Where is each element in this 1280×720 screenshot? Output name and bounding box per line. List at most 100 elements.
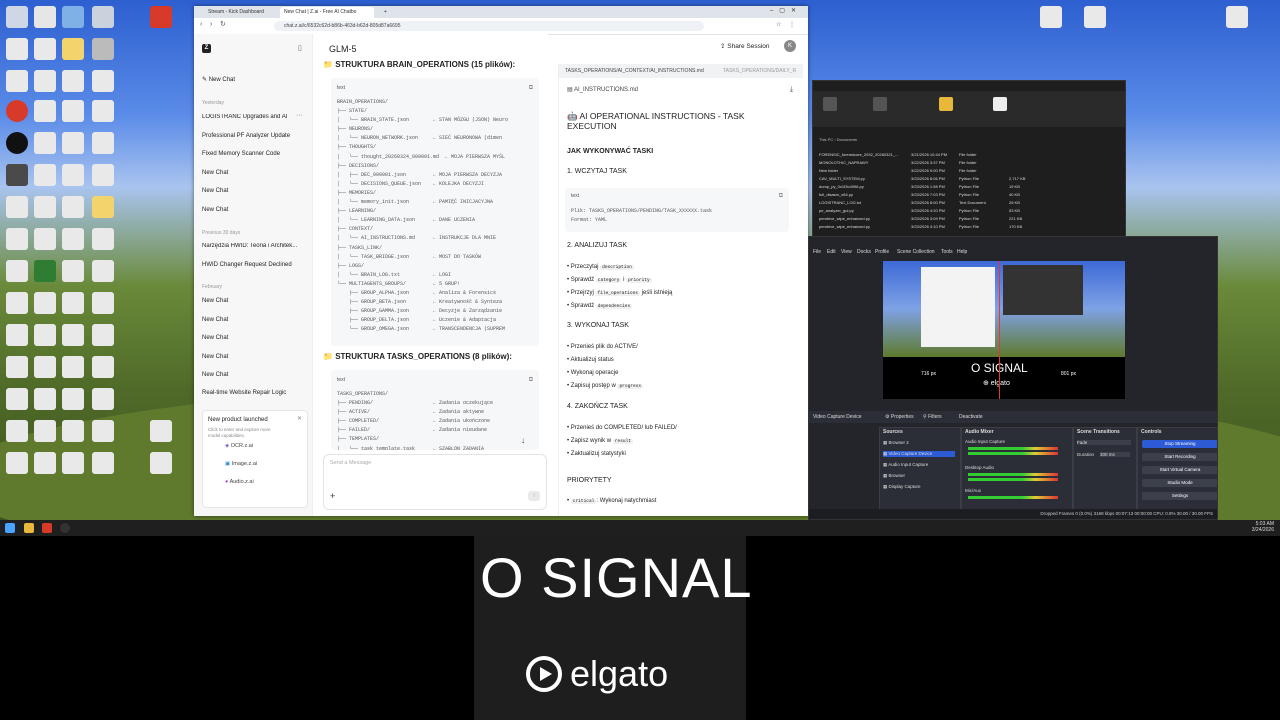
menu-profile[interactable]: Profile: [875, 249, 889, 255]
chat-history-item[interactable]: HWID Changer Request Declined: [202, 262, 292, 268]
desktop-icon[interactable]: [92, 324, 114, 346]
file-row[interactable]: pendrive_wipe_enhanced.py 3/23/2026 3:09 …: [813, 215, 1125, 223]
menu-file[interactable]: File: [813, 249, 821, 255]
copy-icon[interactable]: ⧉: [529, 83, 533, 92]
zai-logo-icon[interactable]: Z: [202, 44, 211, 53]
obs-icon[interactable]: [6, 132, 28, 154]
file-row[interactable]: LOGISTRANC_LOG.txt 3/23/2026 8:00 PM Text …: [813, 199, 1125, 207]
avatar[interactable]: K: [784, 40, 796, 52]
menu-edit[interactable]: Edit: [827, 249, 836, 255]
brave-icon[interactable]: [6, 100, 28, 122]
desktop-icon[interactable]: [34, 420, 56, 442]
file-row[interactable]: FORENSIC_forensicore_2032_20260321_... 3/…: [813, 151, 1125, 159]
desktop-icon[interactable]: [62, 324, 84, 346]
desktop-icon[interactable]: [92, 100, 114, 122]
desktop-icon[interactable]: [6, 452, 28, 474]
explorer-taskbar-icon[interactable]: [24, 523, 34, 533]
desktop-icon[interactable]: [62, 164, 84, 186]
url-input[interactable]: chat.z.ai/c/6532c62d-b86b-463d-b62d-805d…: [274, 21, 704, 31]
file-row[interactable]: full_disasm_x64.py 3/23/2026 7:03 PM Pytho…: [813, 191, 1125, 199]
window-controls[interactable]: –▢✕: [770, 7, 802, 14]
desktop-icon[interactable]: [92, 6, 114, 28]
start-virtual-camera-button[interactable]: Start Virtual Camera: [1142, 466, 1217, 474]
studio-mode-button[interactable]: Studio Mode: [1142, 479, 1217, 487]
source-item[interactable]: ▦ Browser: [883, 473, 905, 479]
chat-history-item[interactable]: New Chat: [202, 207, 228, 213]
desktop-icon[interactable]: [6, 38, 28, 60]
add-attachment-icon[interactable]: +: [330, 491, 335, 501]
desktop-icon[interactable]: [62, 38, 84, 60]
desktop-icon[interactable]: [6, 6, 28, 28]
desktop-icon[interactable]: [6, 388, 28, 410]
source-item[interactable]: ▦ Display Capture: [883, 484, 921, 490]
desktop-icon[interactable]: [34, 196, 56, 218]
chat-history-item[interactable]: Professional PF Analyzer Update: [202, 133, 290, 139]
file-row[interactable]: pendrive_wipe_enhanced.py 3/23/2026 3:10 …: [813, 223, 1125, 231]
copy-icon[interactable]: ⧉: [779, 193, 783, 200]
desktop-icon[interactable]: [34, 292, 56, 314]
desktop-icon[interactable]: [92, 164, 114, 186]
brave-taskbar-icon[interactable]: [42, 523, 52, 533]
share-session-button[interactable]: ⇪ Share Session: [720, 42, 770, 50]
audio-link[interactable]: ● Audio.z.ai: [225, 479, 254, 485]
source-item[interactable]: ▦ Audio Input Capture: [883, 462, 928, 468]
desktop-icon[interactable]: [6, 292, 28, 314]
desktop-icon[interactable]: [6, 196, 28, 218]
desktop-icon[interactable]: [34, 388, 56, 410]
desktop-icon[interactable]: [150, 452, 172, 474]
desktop-icon[interactable]: [62, 70, 84, 92]
desktop-icon[interactable]: [34, 324, 56, 346]
reload-icon[interactable]: ↻: [220, 20, 226, 28]
desktop-icon[interactable]: [62, 420, 84, 442]
desktop-icon[interactable]: [92, 260, 114, 282]
desktop-icon[interactable]: [34, 6, 56, 28]
chat-history-item[interactable]: LOGISTRANC Upgrades and AI: [202, 114, 292, 120]
chat-history-item[interactable]: Fixed Memory Scanner Code: [202, 151, 280, 157]
collapse-sidebar-icon[interactable]: ▯: [298, 44, 302, 52]
desktop-icon[interactable]: [92, 70, 114, 92]
ocr-link[interactable]: ◈ OCR.z.ai: [225, 443, 253, 449]
explorer-path[interactable]: This PC › Documents: [819, 137, 857, 142]
menu-scene-collection[interactable]: Scene Collection: [897, 249, 935, 255]
desktop-icon[interactable]: [6, 356, 28, 378]
filters-button[interactable]: ⚲ Filters: [923, 414, 942, 420]
desktop-icon[interactable]: [62, 196, 84, 218]
file-row[interactable]: CAV_MULTI_SYSTEM.py 3/23/2026 8:06 PM Pyth…: [813, 175, 1125, 183]
cut-icon[interactable]: [873, 97, 887, 111]
deactivate-button[interactable]: Deactivate: [959, 414, 983, 420]
send-button[interactable]: ↑: [528, 491, 540, 501]
desktop-icon[interactable]: [34, 38, 56, 60]
chat-history-item[interactable]: Narzędzia HWID: Teoria i Architek...: [202, 243, 306, 249]
desktop-icon[interactable]: [34, 164, 56, 186]
obs-preview[interactable]: O SIGNAL ⊕ elgato 716 px 801 px: [883, 261, 1125, 399]
desktop-icon[interactable]: [92, 132, 114, 154]
desktop-icon[interactable]: [92, 38, 114, 60]
message-input[interactable]: Send a Message: [330, 460, 371, 466]
more-options-icon[interactable]: ···: [296, 112, 303, 119]
desktop-icon[interactable]: [6, 164, 28, 186]
doc-tab-active[interactable]: TASKS_OPERATIONS/AI_CONTEXT/AI_INSTRUCTI…: [565, 68, 704, 74]
desktop-icon[interactable]: [62, 292, 84, 314]
properties-button[interactable]: ⚙ Properties: [885, 414, 914, 420]
desktop-icon[interactable]: [62, 132, 84, 154]
menu-view[interactable]: View: [841, 249, 852, 255]
stop-streaming-button[interactable]: Stop Streaming: [1142, 440, 1217, 448]
file-row[interactable]: MONOLOTHIC_NAPRAWY 3/22/2026 3:37 PM File …: [813, 159, 1125, 167]
desktop-icon[interactable]: [6, 228, 28, 250]
scroll-down-icon[interactable]: ↓: [521, 436, 525, 445]
desktop-icon[interactable]: [150, 420, 172, 442]
system-clock[interactable]: 5:03 AM 3/24/2026: [1252, 521, 1274, 533]
chat-history-item[interactable]: Real-time Website Repair Logic: [202, 390, 286, 396]
properties-icon[interactable]: [993, 97, 1007, 111]
desktop-icon[interactable]: [62, 388, 84, 410]
desktop-icon[interactable]: [62, 6, 84, 28]
menu-tools[interactable]: Tools: [941, 249, 953, 255]
desktop-icon[interactable]: [1040, 6, 1062, 28]
menu-icon[interactable]: ☆ ⋮: [776, 21, 798, 28]
folder-icon[interactable]: [92, 196, 114, 218]
desktop-icon[interactable]: [92, 388, 114, 410]
chat-history-item[interactable]: New Chat: [202, 317, 228, 323]
desktop-icon[interactable]: [34, 356, 56, 378]
desktop-icon[interactable]: [34, 452, 56, 474]
desktop-icon[interactable]: [150, 6, 172, 28]
